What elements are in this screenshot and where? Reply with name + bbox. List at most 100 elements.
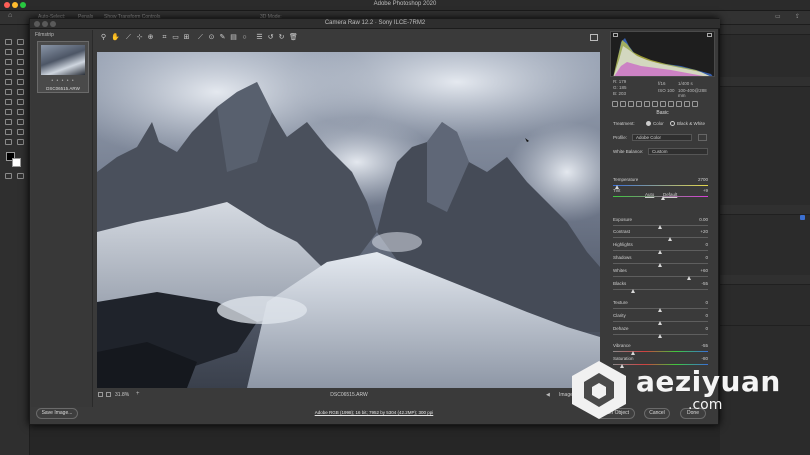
slider-value[interactable]: +60: [688, 268, 708, 273]
slider-value[interactable]: 0: [688, 255, 708, 260]
prev-image-icon[interactable]: ◀: [546, 392, 550, 398]
preferences-icon[interactable]: ☰: [256, 34, 263, 41]
panel-header[interactable]: [720, 25, 810, 35]
tab-tone-curve[interactable]: [620, 101, 626, 107]
slider-value[interactable]: 0: [688, 242, 708, 247]
lasso-tool-icon[interactable]: [5, 49, 12, 55]
more-tools-icon[interactable]: [17, 139, 24, 145]
tab-snapshots[interactable]: [692, 101, 698, 107]
slider-knob[interactable]: [658, 308, 662, 312]
screen-mode-icon[interactable]: [17, 173, 24, 179]
treatment-bw-label[interactable]: Black & White: [677, 121, 705, 126]
panel-header[interactable]: [720, 275, 810, 285]
white-balance-dropdown[interactable]: Custom: [648, 148, 708, 155]
type-tool-icon[interactable]: [5, 119, 12, 125]
rotate-left-icon[interactable]: ↺: [267, 34, 274, 41]
brush-tool-icon[interactable]: [5, 79, 12, 85]
rotate-right-icon[interactable]: ↻: [278, 34, 285, 41]
slider-value[interactable]: -55: [688, 343, 708, 348]
slider-track[interactable]: [613, 237, 708, 238]
tab-detail[interactable]: [628, 101, 634, 107]
radial-filter-icon[interactable]: ○: [241, 34, 248, 41]
slider-value[interactable]: 2700: [688, 177, 708, 182]
graduated-filter-icon[interactable]: ▤: [230, 34, 237, 41]
pen-tool-icon[interactable]: [17, 109, 24, 115]
eraser-tool-icon[interactable]: [17, 89, 24, 95]
slider-track[interactable]: [613, 185, 708, 186]
eyedropper-tool-icon[interactable]: [5, 69, 12, 75]
gradient-tool-icon[interactable]: [5, 99, 12, 105]
share-icon[interactable]: ⇪: [795, 13, 800, 20]
slider-knob[interactable]: [658, 250, 662, 254]
stamp-tool-icon[interactable]: [17, 79, 24, 85]
slider-knob[interactable]: [658, 225, 662, 229]
tab-lens[interactable]: [652, 101, 658, 107]
tab-presets[interactable]: [684, 101, 690, 107]
tab-split-toning[interactable]: [644, 101, 650, 107]
slider-value[interactable]: 0.00: [688, 217, 708, 222]
slider-knob[interactable]: [658, 321, 662, 325]
healing-tool-icon[interactable]: [17, 69, 24, 75]
profile-dropdown[interactable]: Adobe Color: [632, 134, 692, 141]
slider-value[interactable]: 0: [688, 326, 708, 331]
marquee-tool-icon[interactable]: [17, 39, 24, 45]
slider-knob[interactable]: [686, 276, 691, 280]
hand-icon[interactable]: ✋: [111, 34, 120, 41]
slider-value[interactable]: 0: [688, 313, 708, 318]
filmstrip-thumbnail[interactable]: • • • • • DSC06515.ARW: [37, 41, 89, 93]
color-sampler-icon[interactable]: ⊹: [136, 34, 143, 41]
move-tool-icon[interactable]: [5, 39, 12, 45]
quick-select-tool-icon[interactable]: [17, 49, 24, 55]
frame-tool-icon[interactable]: [17, 59, 24, 65]
zoom-tool-icon[interactable]: [5, 139, 12, 145]
workspace-icon[interactable]: ▭: [775, 13, 781, 20]
slider-value[interactable]: 0: [688, 300, 708, 305]
crop-icon[interactable]: ⌗: [161, 34, 168, 41]
delete-icon[interactable]: 🗑: [289, 34, 298, 41]
slider-track[interactable]: [613, 289, 708, 290]
tab-calibration[interactable]: [676, 101, 682, 107]
red-eye-icon[interactable]: ⊙: [208, 34, 215, 41]
slider-value[interactable]: +20: [688, 229, 708, 234]
background-color-swatch[interactable]: [12, 158, 21, 167]
slider-knob[interactable]: [660, 196, 665, 200]
adjustment-brush-icon[interactable]: ✎: [219, 34, 226, 41]
quick-mask-icon[interactable]: [5, 173, 12, 179]
history-brush-icon[interactable]: [5, 89, 12, 95]
panel-header[interactable]: [720, 205, 810, 215]
home-icon[interactable]: ⌂: [8, 12, 12, 19]
image-preview[interactable]: [97, 52, 600, 388]
slider-knob[interactable]: [631, 289, 636, 293]
slider-track[interactable]: [613, 276, 708, 277]
shape-tool-icon[interactable]: [5, 129, 12, 135]
panel-header[interactable]: [720, 77, 810, 87]
slider-track[interactable]: [613, 351, 708, 352]
dodge-tool-icon[interactable]: [5, 109, 12, 115]
transform-icon[interactable]: ⊞: [183, 34, 190, 41]
tab-effects[interactable]: [668, 101, 674, 107]
crop-tool-icon[interactable]: [5, 59, 12, 65]
shadow-clipping-icon[interactable]: [613, 33, 618, 37]
slider-knob[interactable]: [658, 263, 662, 267]
zoom-icon[interactable]: ⚲: [100, 34, 107, 41]
treatment-bw-radio[interactable]: [670, 121, 675, 126]
spot-removal-icon[interactable]: ⟋: [197, 34, 204, 41]
highlight-clipping-icon[interactable]: [707, 33, 712, 37]
fullscreen-toggle-icon[interactable]: [590, 34, 598, 41]
slider-value[interactable]: +9: [688, 188, 708, 193]
straighten-icon[interactable]: ▭: [172, 34, 179, 41]
rating-stars[interactable]: • • • • •: [38, 78, 88, 84]
slider-knob[interactable]: [658, 334, 662, 338]
slider-knob[interactable]: [667, 237, 672, 241]
tab-basic[interactable]: [612, 101, 618, 107]
tab-hsl[interactable]: [636, 101, 642, 107]
blur-tool-icon[interactable]: [17, 99, 24, 105]
white-balance-icon[interactable]: ⟋: [125, 34, 132, 41]
path-select-tool-icon[interactable]: [17, 119, 24, 125]
targeted-adjust-icon[interactable]: ⊕: [147, 34, 154, 41]
treatment-color-label[interactable]: Color: [653, 121, 664, 126]
hand-tool-icon[interactable]: [17, 129, 24, 135]
profile-browser-icon[interactable]: [698, 134, 707, 141]
slider-value[interactable]: -55: [688, 281, 708, 286]
tab-transform[interactable]: [660, 101, 666, 107]
